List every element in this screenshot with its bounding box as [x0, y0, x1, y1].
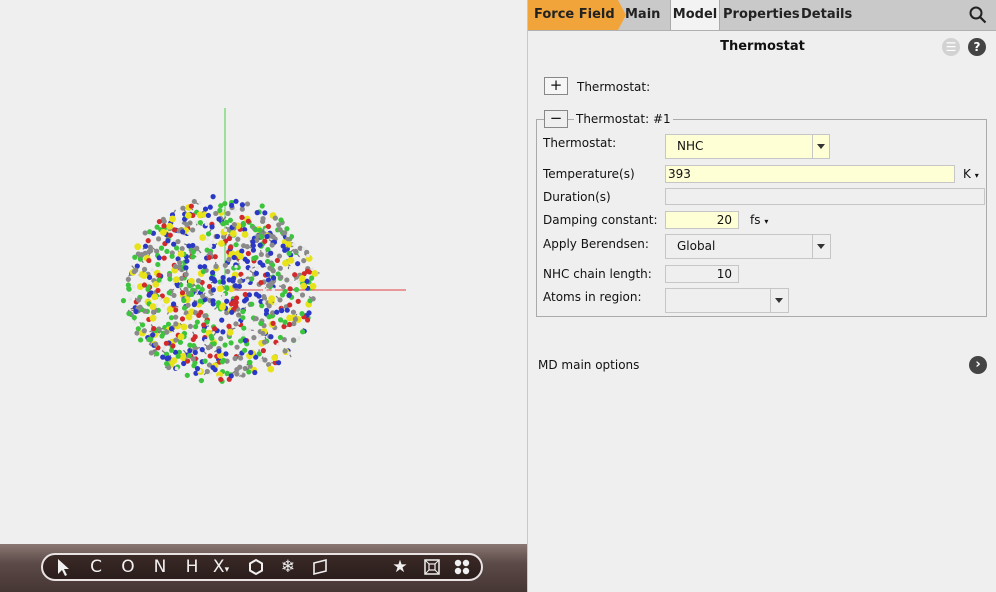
tab-main[interactable]: Main: [625, 0, 660, 30]
chevron-down-icon: ▾: [764, 217, 769, 226]
temperature-unit-select[interactable]: K ▾: [963, 167, 979, 181]
nhc-chain-input[interactable]: 10: [665, 265, 739, 283]
tab-force-field[interactable]: Force Field: [528, 0, 618, 30]
select-pointer-icon[interactable]: [55, 557, 73, 577]
berendsen-label: Apply Berendsen:: [543, 237, 649, 251]
damping-input[interactable]: 20: [665, 211, 739, 229]
molecule-atoms: [120, 194, 320, 384]
add-thermostat-label: Thermostat:: [577, 80, 651, 94]
berendsen-select[interactable]: Global: [665, 234, 831, 259]
temperature-input[interactable]: 393: [665, 165, 955, 183]
nitrogen-button[interactable]: N: [151, 557, 169, 577]
tab-bar: Force Field Main Model Properties Detail…: [528, 0, 996, 31]
berendsen-value: Global: [677, 239, 716, 253]
damping-unit-select[interactable]: fs ▾: [750, 213, 768, 227]
hydrogen-button[interactable]: H: [183, 557, 201, 577]
help-icon[interactable]: ?: [968, 38, 986, 56]
temperature-unit: K: [963, 167, 971, 181]
list-icon[interactable]: ☰: [942, 38, 960, 56]
thermostat-type-label: Thermostat:: [543, 136, 617, 150]
atoms-region-select[interactable]: [665, 288, 789, 313]
damping-label: Damping constant:: [543, 213, 658, 227]
chevron-down-icon: ▾: [974, 171, 979, 180]
atoms-cluster-icon[interactable]: [453, 557, 471, 577]
temperature-label: Temperature(s): [543, 167, 635, 181]
chevron-right-icon: ›: [969, 356, 987, 374]
thermostat-group-label: Thermostat: #1: [574, 112, 673, 126]
settings-panel: Force Field Main Model Properties Detail…: [527, 0, 996, 592]
chevron-down-icon: [812, 235, 830, 258]
thermostat-type-value: NHC: [677, 139, 704, 153]
tab-model[interactable]: Model: [670, 0, 720, 30]
plane-icon[interactable]: [311, 557, 329, 577]
ring-hexagon-icon[interactable]: [247, 557, 265, 577]
molecule-canvas[interactable]: [0, 0, 527, 544]
md-main-options-label: MD main options: [538, 358, 640, 372]
cell-box-icon[interactable]: [423, 557, 441, 577]
element-picker-label: X: [212, 557, 225, 577]
chevron-down-icon: ▾: [224, 565, 230, 575]
chevron-down-icon: [812, 135, 829, 158]
tab-details[interactable]: Details: [801, 0, 852, 30]
atoms-region-label: Atoms in region:: [543, 290, 642, 304]
duration-label: Duration(s): [543, 190, 611, 204]
chevron-down-icon: [770, 289, 788, 312]
editor-toolbar: C O N H X▾ ❄ ★: [41, 553, 483, 581]
snowflake-icon[interactable]: ❄: [279, 557, 297, 577]
molecule-viewport[interactable]: C O N H X▾ ❄ ★: [0, 0, 527, 592]
add-thermostat-button[interactable]: +: [544, 77, 568, 95]
md-main-options-row[interactable]: MD main options ›: [528, 352, 996, 378]
panel-title: Thermostat: [720, 39, 805, 54]
carbon-button[interactable]: C: [87, 557, 105, 577]
duration-input[interactable]: [665, 188, 985, 205]
element-picker-button[interactable]: X▾: [212, 557, 230, 577]
remove-thermostat-button[interactable]: −: [544, 110, 568, 128]
tab-properties[interactable]: Properties: [723, 0, 800, 30]
damping-unit: fs: [750, 213, 761, 227]
search-icon[interactable]: [969, 6, 987, 24]
star-icon[interactable]: ★: [391, 557, 409, 577]
nhc-chain-label: NHC chain length:: [543, 267, 652, 281]
oxygen-button[interactable]: O: [119, 557, 137, 577]
thermostat-type-select[interactable]: NHC: [665, 134, 830, 159]
